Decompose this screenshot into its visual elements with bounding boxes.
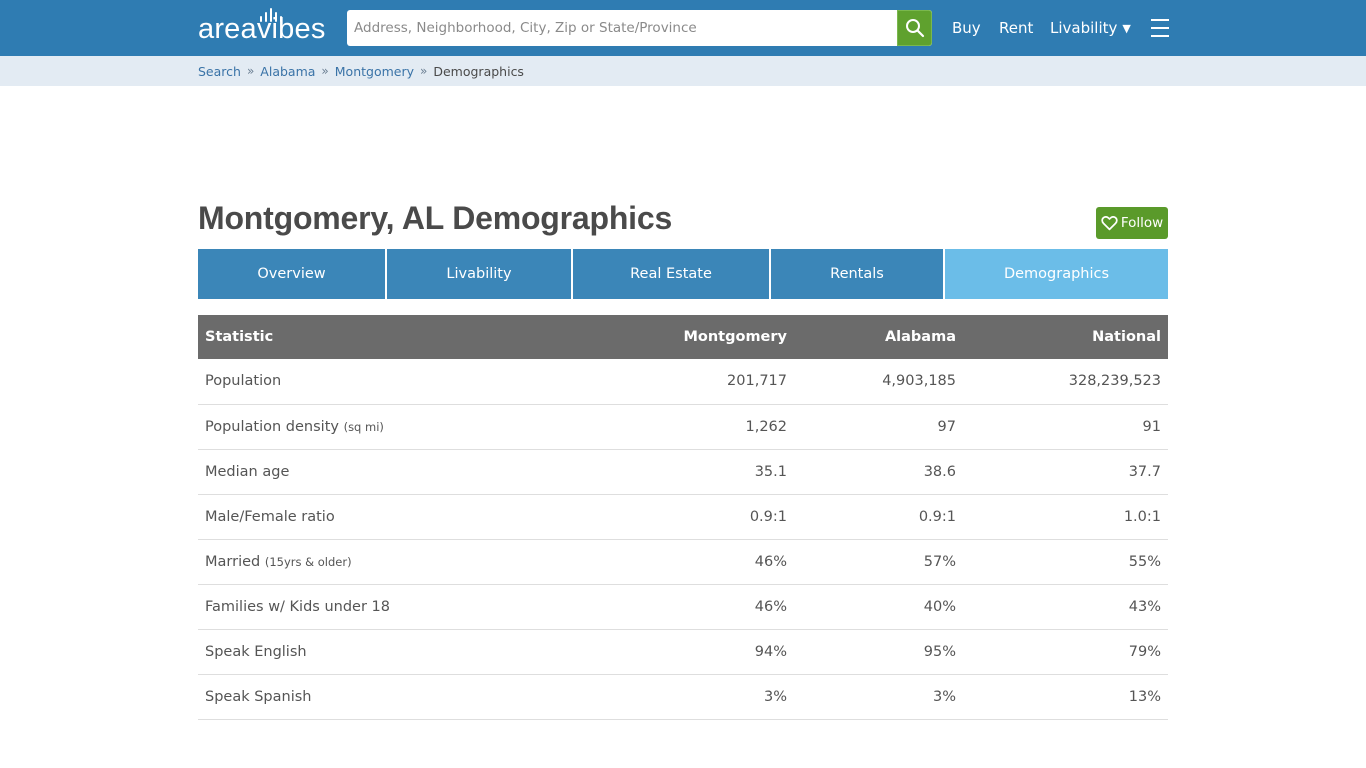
tab-real-estate-label: Real Estate <box>630 266 712 282</box>
row-label: Median age <box>198 449 618 495</box>
nav-rent-label: Rent <box>999 19 1034 37</box>
breadcrumb-montgomery[interactable]: Montgomery <box>335 64 414 79</box>
row-label: Speak Spanish <box>198 674 618 720</box>
demographics-table: Statistic Montgomery Alabama National Po… <box>198 315 1168 720</box>
table-row: Speak English 94% 95% 79% <box>198 629 1168 675</box>
search-input[interactable] <box>347 10 897 46</box>
table-header-row: Statistic Montgomery Alabama National <box>198 315 1168 359</box>
statistic-name: Median age <box>205 463 290 480</box>
alabama-value: 40% <box>794 584 963 630</box>
table-row: Population 201,717 4,903,185 328,239,523 <box>198 359 1168 405</box>
national-value: 328,239,523 <box>963 359 1168 405</box>
breadcrumb-alabama[interactable]: Alabama <box>260 64 315 79</box>
tab-real-estate[interactable]: Real Estate <box>573 249 769 299</box>
montgomery-value: 94% <box>618 629 794 675</box>
national-value: 13% <box>963 674 1168 720</box>
statistic-name: Married <box>205 553 261 570</box>
hamburger-icon-line <box>1151 35 1169 37</box>
column-header-statistic: Statistic <box>205 329 274 345</box>
breadcrumb-separator: » <box>420 64 428 78</box>
search-button[interactable] <box>897 10 932 46</box>
montgomery-value: 1,262 <box>618 404 794 450</box>
breadcrumb: Search » Alabama » Montgomery » Demograp… <box>198 56 524 86</box>
statistic-name: Speak Spanish <box>205 688 312 705</box>
hamburger-menu-button[interactable] <box>1151 19 1169 37</box>
breadcrumb-bar: Search » Alabama » Montgomery » Demograp… <box>0 56 1366 86</box>
national-value: 37.7 <box>963 449 1168 495</box>
national-value: 55% <box>963 539 1168 585</box>
row-label: Families w/ Kids under 18 <box>198 584 618 630</box>
row-label: Population <box>198 359 618 405</box>
table-row: Male/Female ratio 0.9:1 0.9:1 1.0:1 <box>198 494 1168 540</box>
nav-livability-dropdown[interactable]: Livability ▼ <box>1050 0 1131 56</box>
national-value: 43% <box>963 584 1168 630</box>
national-value: 91 <box>963 404 1168 450</box>
row-label: Male/Female ratio <box>198 494 618 540</box>
tab-overview[interactable]: Overview <box>198 249 385 299</box>
hamburger-icon-line <box>1151 27 1169 29</box>
column-header-montgomery: Montgomery <box>683 329 787 345</box>
nav-livability-label: Livability <box>1050 19 1118 37</box>
heart-icon <box>1101 216 1118 231</box>
national-value: 1.0:1 <box>963 494 1168 540</box>
areavibes-logo[interactable]: areavibes <box>198 8 326 46</box>
tab-overview-label: Overview <box>257 266 326 282</box>
montgomery-value: 3% <box>618 674 794 720</box>
tab-demographics-label: Demographics <box>1003 266 1110 282</box>
table-row: Median age 35.1 38.6 37.7 <box>198 449 1168 495</box>
hamburger-icon <box>1151 19 1169 21</box>
statistic-name: Families w/ Kids under 18 <box>205 598 390 615</box>
section-tabs: Overview Livability Real Estate Rentals … <box>198 249 1168 299</box>
follow-button[interactable]: Follow <box>1096 207 1168 239</box>
breadcrumb-current: Demographics <box>433 63 524 79</box>
alabama-value: 38.6 <box>794 449 963 495</box>
search-icon <box>905 19 924 38</box>
montgomery-value: 201,717 <box>618 359 794 405</box>
column-header-alabama: Alabama <box>884 329 956 345</box>
tab-livability-label: Livability <box>446 266 512 282</box>
row-label: Speak English <box>198 629 618 675</box>
row-label: Married (15yrs & older) <box>198 539 618 585</box>
nav-rent-link[interactable]: Rent <box>999 0 1033 56</box>
page-title: Montgomery, AL Demographics <box>198 200 673 236</box>
search-bar <box>347 10 932 46</box>
follow-label: Follow <box>1120 215 1164 231</box>
alabama-value: 4,903,185 <box>794 359 963 405</box>
caret-down-icon: ▼ <box>1122 21 1131 35</box>
breadcrumb-separator: » <box>321 64 329 78</box>
table-row: Married (15yrs & older) 46% 57% 55% <box>198 539 1168 585</box>
statistic-name: Population <box>205 373 282 390</box>
national-value: 79% <box>963 629 1168 675</box>
table-row: Families w/ Kids under 18 46% 40% 43% <box>198 584 1168 630</box>
tab-livability[interactable]: Livability <box>387 249 571 299</box>
montgomery-value: 46% <box>618 539 794 585</box>
montgomery-value: 35.1 <box>618 449 794 495</box>
tab-rentals[interactable]: Rentals <box>771 249 943 299</box>
statistic-name: Male/Female ratio <box>205 508 335 525</box>
montgomery-value: 0.9:1 <box>618 494 794 540</box>
alabama-value: 57% <box>794 539 963 585</box>
logo-signal-icon <box>260 8 282 22</box>
alabama-value: 95% <box>794 629 963 675</box>
alabama-value: 97 <box>794 404 963 450</box>
tab-demographics[interactable]: Demographics <box>945 249 1168 299</box>
table-row: Population density (sq mi) 1,262 97 91 <box>198 404 1168 450</box>
montgomery-value: 46% <box>618 584 794 630</box>
top-navigation-bar: areavibes Buy Rent Livability ▼ <box>0 0 1366 56</box>
statistic-name: Speak English <box>205 643 307 660</box>
nav-buy-label: Buy <box>952 19 981 37</box>
alabama-value: 3% <box>794 674 963 720</box>
statistic-name: Population density <box>205 418 339 435</box>
statistic-note: (15yrs & older) <box>264 554 352 569</box>
column-header-national: National <box>1092 329 1161 345</box>
table-row: Speak Spanish 3% 3% 13% <box>198 674 1168 720</box>
breadcrumb-separator: » <box>246 64 255 78</box>
statistic-note: (sq mi) <box>343 419 384 434</box>
row-label: Population density (sq mi) <box>198 404 618 450</box>
breadcrumb-search[interactable]: Search <box>198 64 241 79</box>
tab-rentals-label: Rentals <box>830 266 884 282</box>
nav-buy-link[interactable]: Buy <box>952 0 981 56</box>
alabama-value: 0.9:1 <box>794 494 963 540</box>
